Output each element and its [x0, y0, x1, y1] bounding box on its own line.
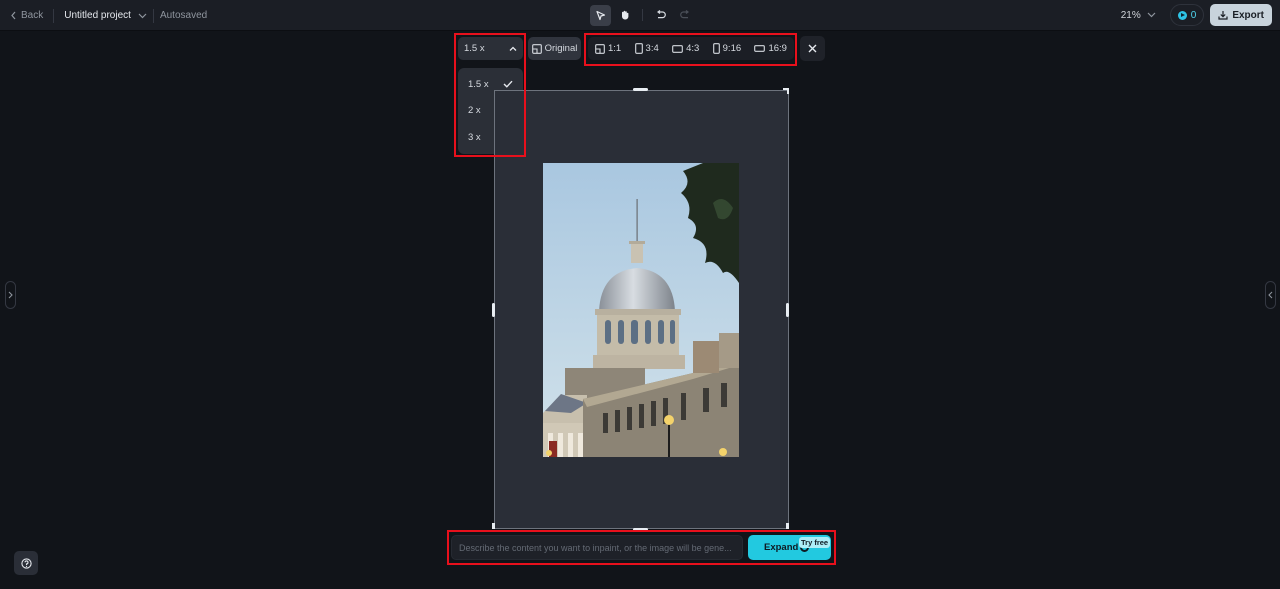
building-dome-photo [543, 163, 739, 457]
corner-resize-handle[interactable] [786, 523, 789, 529]
close-icon [808, 44, 817, 53]
corner-resize-handle[interactable] [492, 523, 495, 529]
ratio-4-3-button[interactable]: 4:3 [669, 39, 702, 59]
credit-coin-icon [1177, 10, 1187, 20]
top-bar: Back Untitled project Autosaved 21% 0 Ex… [0, 0, 1280, 31]
top-resize-handle[interactable] [633, 88, 648, 91]
divider [152, 8, 154, 23]
back-label: Back [21, 10, 44, 21]
chevron-down-icon [138, 13, 147, 18]
aspect-ratio-bar: 1:1 3:4 4:3 9:16 16:9 [588, 37, 794, 60]
bottom-resize-handle[interactable] [633, 528, 648, 531]
hand-tool-button[interactable] [614, 5, 635, 26]
chevron-up-icon [509, 46, 517, 51]
ratio-label: 9:16 [722, 43, 742, 54]
save-status: Autosaved [159, 10, 208, 21]
ratio-label: 4:3 [686, 43, 700, 54]
ratio-9-16-button[interactable]: 9:16 [710, 39, 745, 59]
export-label: Export [1232, 9, 1264, 21]
help-button[interactable] [14, 551, 38, 575]
original-ratio-button[interactable]: Original [528, 37, 581, 60]
divider [53, 8, 55, 23]
tall-rect-icon [712, 43, 720, 54]
chevron-right-icon [8, 291, 13, 299]
ratio-label: 1:1 [608, 43, 622, 54]
help-icon [20, 557, 32, 569]
chevron-left-icon [1268, 291, 1273, 299]
check-icon [503, 80, 513, 89]
right-panel-toggle[interactable] [1265, 281, 1276, 309]
original-label: Original [544, 43, 578, 54]
credits-badge[interactable]: 0 [1169, 4, 1205, 26]
ratio-label: 3:4 [645, 43, 659, 54]
portrait-rect-icon [634, 43, 643, 54]
project-title-menu[interactable]: Untitled project [64, 10, 147, 21]
ratio-label: 16:9 [768, 43, 787, 54]
scale-option-label: 2 x [468, 105, 481, 117]
export-button[interactable]: Export [1210, 4, 1272, 26]
redo-icon [679, 9, 689, 18]
corner-resize-handle[interactable] [783, 88, 789, 94]
ratio-3-4-button[interactable]: 3:4 [632, 39, 662, 59]
landscape-rect-icon [672, 44, 683, 53]
canvas-tools [590, 4, 695, 26]
ratio-1-1-button[interactable]: 1:1 [592, 39, 624, 59]
download-icon [1218, 11, 1228, 20]
cursor-icon [596, 10, 606, 20]
select-tool-button[interactable] [590, 4, 611, 26]
source-image [543, 163, 739, 457]
scale-selected-value: 1.5 x [464, 43, 485, 54]
zoom-level-value: 21% [1120, 9, 1141, 21]
left-resize-handle[interactable] [492, 303, 495, 317]
hand-icon [621, 10, 628, 20]
inpaint-prompt-input[interactable] [451, 535, 743, 560]
zoom-level-dropdown[interactable]: 21% [1121, 10, 1156, 21]
scale-option-label: 1.5 x [468, 78, 489, 90]
wide-rect-icon [754, 45, 766, 52]
undo-icon [656, 9, 666, 18]
scale-option-label: 3 x [468, 131, 481, 143]
scale-dropdown[interactable]: 1.5 x [458, 37, 523, 60]
redo-button[interactable] [674, 5, 695, 26]
original-ratio-icon [531, 43, 542, 54]
right-resize-handle[interactable] [786, 303, 789, 317]
left-panel-toggle[interactable] [5, 281, 16, 309]
back-button[interactable]: Back [10, 10, 43, 21]
try-free-badge: Try free [799, 537, 831, 548]
chevron-left-icon [11, 11, 16, 20]
undo-button[interactable] [650, 5, 671, 26]
credits-count: 0 [1190, 9, 1197, 21]
ratio-16-9-button[interactable]: 16:9 [751, 39, 790, 59]
expand-label: Expand [764, 542, 799, 553]
ratio-free-icon [595, 43, 605, 54]
divider [642, 9, 643, 21]
close-expand-button[interactable] [800, 36, 825, 61]
chevron-down-icon [1147, 12, 1156, 18]
project-title: Untitled project [64, 10, 131, 21]
